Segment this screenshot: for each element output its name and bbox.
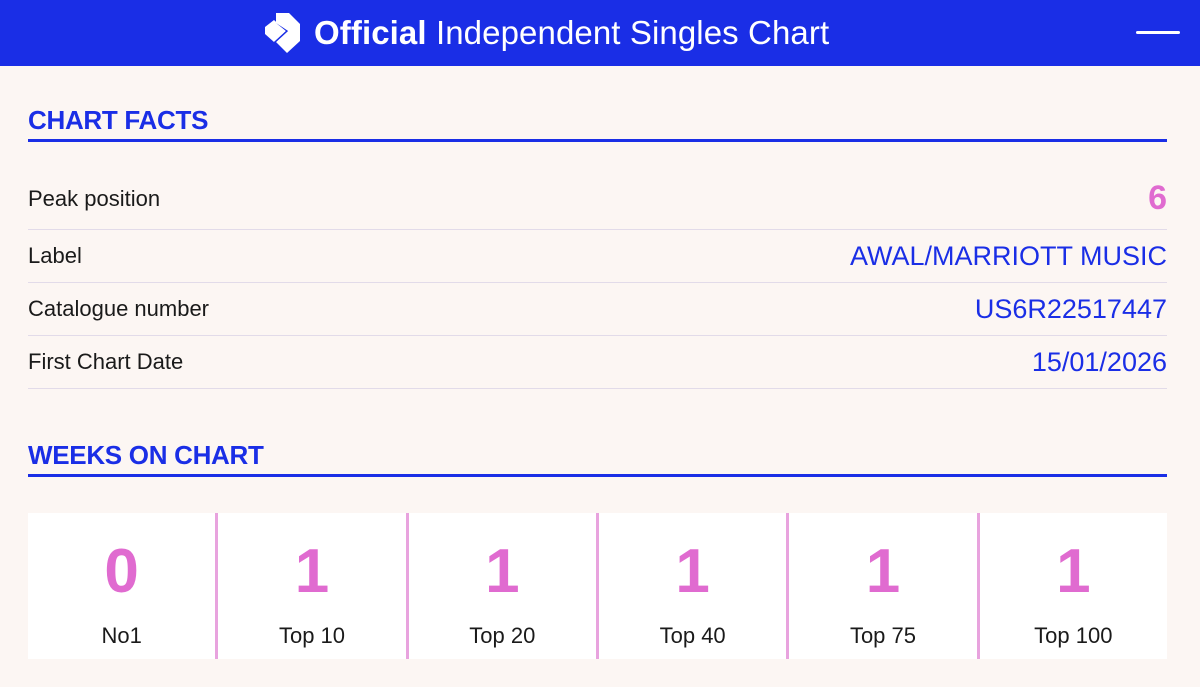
weeks-count: 1 bbox=[485, 537, 520, 606]
fact-label: First Chart Date bbox=[28, 349, 184, 374]
weeks-label: Top 40 bbox=[659, 623, 726, 648]
fact-row-peak-position: Peak position 6 bbox=[28, 168, 1167, 230]
official-charts-logo-icon bbox=[265, 13, 300, 53]
page-title: Official Independent Singles Chart bbox=[314, 14, 829, 52]
weeks-count: 1 bbox=[294, 537, 330, 606]
title-chart-name: Independent Singles Chart bbox=[435, 14, 830, 51]
fact-row-label: Label AWAL/MARRIOTT MUSIC bbox=[28, 230, 1167, 283]
hamburger-menu-icon bbox=[1136, 30, 1180, 34]
fact-row-first-chart-date: First Chart Date 15/01/2026 bbox=[28, 336, 1167, 389]
first-chart-date-value: 15/01/2026 bbox=[1031, 346, 1167, 377]
chart-facts-heading: CHART FACTS bbox=[28, 105, 209, 135]
fact-label: Label bbox=[28, 243, 82, 268]
weeks-cell-top20: 1 Top 20 bbox=[405, 513, 596, 659]
weeks-cell-top75: 1 Top 75 bbox=[786, 513, 976, 659]
weeks-count: 1 bbox=[1056, 537, 1091, 606]
fact-row-catalogue-number: Catalogue number US6R22517447 bbox=[28, 283, 1167, 336]
weeks-cell-top40: 1 Top 40 bbox=[595, 513, 786, 659]
weeks-label: No1 bbox=[101, 623, 142, 648]
weeks-count: 1 bbox=[675, 537, 710, 606]
fact-label: Catalogue number bbox=[28, 296, 210, 321]
weeks-label: Top 75 bbox=[849, 623, 916, 648]
weeks-count: 0 bbox=[104, 537, 139, 606]
weeks-on-chart-heading: WEEKS ON CHART bbox=[28, 440, 264, 470]
weeks-cell-no1: 0 No1 bbox=[28, 513, 215, 659]
header-bar: Official Independent Singles Chart bbox=[0, 0, 1200, 66]
weeks-label: Top 100 bbox=[1034, 623, 1113, 648]
menu-button[interactable] bbox=[1134, 18, 1182, 46]
catalogue-number-value: US6R22517447 bbox=[974, 293, 1167, 324]
site-brand[interactable]: Official Independent Singles Chart bbox=[262, 8, 829, 58]
weeks-on-chart-grid: 0 No1 1 Top 10 1 Top 20 1 Top 40 1 Top 7… bbox=[28, 513, 1167, 659]
record-label-value: AWAL/MARRIOTT MUSIC bbox=[849, 240, 1167, 271]
weeks-label: Top 20 bbox=[469, 623, 536, 648]
weeks-cell-top100: 1 Top 100 bbox=[976, 513, 1167, 659]
weeks-label: Top 10 bbox=[278, 623, 346, 648]
title-official: Official bbox=[314, 14, 427, 51]
chart-facts-list: Peak position 6 Label AWAL/MARRIOTT MUSI… bbox=[28, 168, 1167, 389]
chart-facts-divider bbox=[28, 139, 1167, 142]
fact-label: Peak position bbox=[28, 185, 161, 211]
weeks-count: 1 bbox=[865, 537, 901, 606]
weeks-cell-top10: 1 Top 10 bbox=[215, 513, 405, 659]
weeks-on-chart-divider bbox=[28, 474, 1167, 477]
peak-position-value: 6 bbox=[1148, 179, 1167, 217]
